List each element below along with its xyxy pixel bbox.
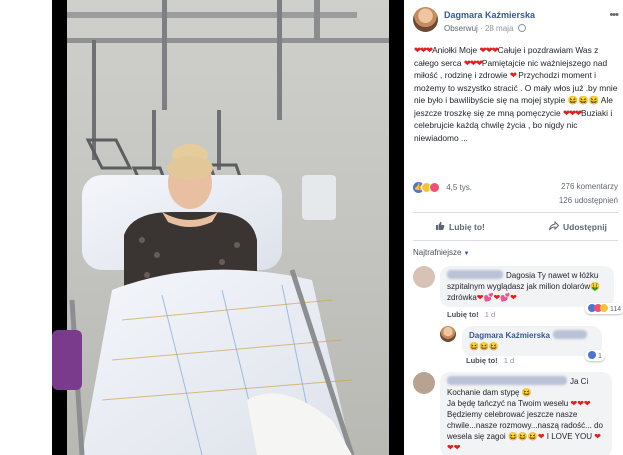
comment-count[interactable]: 276 komentarzy bbox=[561, 182, 618, 191]
sort-label: Najtrafniejsze bbox=[413, 248, 462, 257]
share-button-label: Udostępnij bbox=[563, 222, 607, 232]
page-left-margin bbox=[0, 0, 52, 455]
reply-author-avatar[interactable] bbox=[440, 326, 456, 342]
divider bbox=[413, 240, 618, 241]
post-header: Dagmara Kaźmierska Obserwuj · 28 maja ••… bbox=[413, 7, 619, 37]
money-emoji: 🤑 bbox=[590, 282, 601, 291]
like-button-label: Lubię to! bbox=[449, 222, 485, 232]
laugh-emoji: 😆 bbox=[521, 388, 532, 397]
like-button[interactable]: Lubię to! bbox=[435, 221, 485, 232]
post-action-bar: Lubię to! Udostępnij bbox=[413, 219, 618, 237]
comment-item: Dagosia Ty nawet w łóżku szpitalnym wygl… bbox=[413, 266, 623, 326]
reply-time[interactable]: 1 d bbox=[504, 356, 514, 365]
share-count[interactable]: 126 udostępnień bbox=[559, 196, 618, 205]
love-reaction-icon bbox=[429, 182, 440, 193]
globe-icon bbox=[517, 24, 526, 32]
laugh-emoji: 😆😆😆 bbox=[507, 432, 538, 441]
like-reaction-icon bbox=[588, 351, 596, 359]
laugh-emoji: 😆😆😆 bbox=[469, 342, 499, 351]
post-photo[interactable] bbox=[52, 0, 404, 455]
comment-bubble: Dagosia Ty nawet w łóżku szpitalnym wygl… bbox=[440, 266, 614, 307]
comment-text-line-3: I LOVE YOU bbox=[546, 432, 592, 441]
meta-separator: · bbox=[480, 24, 483, 33]
post-panel: Dagmara Kaźmierska Obserwuj · 28 maja ••… bbox=[404, 0, 623, 455]
reply-actions: Lubię to! 1 d bbox=[466, 356, 514, 365]
share-arrow-icon bbox=[549, 221, 559, 231]
share-button[interactable]: Udostępnij bbox=[549, 221, 607, 232]
comment-time[interactable]: 1 d bbox=[485, 310, 495, 319]
comment-tail-name: Ja Ci bbox=[570, 377, 589, 386]
reply-item: Dagmara Kaźmierska 😆😆😆 Lubię to! 1 d 1 bbox=[440, 326, 620, 366]
post-meta: Obserwuj · 28 maja bbox=[444, 24, 526, 33]
commenter-avatar[interactable] bbox=[413, 372, 435, 394]
heart-emoji: ❤❤❤ bbox=[570, 399, 591, 408]
laugh-reaction-icon bbox=[600, 304, 608, 312]
heart-emoji: ❤❤❤ bbox=[479, 45, 499, 55]
more-options-icon[interactable]: ••• bbox=[609, 9, 619, 21]
follow-link[interactable]: Obserwuj bbox=[444, 24, 478, 33]
comment-text-tail: zdrówka bbox=[447, 293, 477, 302]
reaction-count[interactable]: 4,5 tys. bbox=[446, 183, 472, 192]
reply-bubble: Dagmara Kaźmierska 😆😆😆 bbox=[462, 326, 602, 356]
post-timestamp[interactable]: 28 maja bbox=[485, 24, 513, 33]
reply-reaction-pill[interactable]: 1 bbox=[585, 350, 605, 361]
hospital-photo-illustration bbox=[52, 0, 404, 455]
heart-emoji: ❤❤❤ bbox=[414, 45, 433, 55]
commenter-avatar[interactable] bbox=[413, 266, 435, 288]
comment-text-line-1: Ja będę tańczyć na Twoim weselu bbox=[447, 399, 569, 408]
thumbs-up-icon bbox=[436, 221, 445, 230]
comment-sort-dropdown[interactable]: Najtrafniejsze ▼ bbox=[413, 248, 469, 257]
author-avatar[interactable] bbox=[413, 7, 438, 32]
laugh-emoji: 😆😆😆 bbox=[567, 95, 599, 105]
comment-actions: Lubię to! 1 d bbox=[447, 310, 495, 319]
mentioned-name-blurred[interactable] bbox=[552, 330, 587, 339]
author-name[interactable]: Dagmara Kaźmierska bbox=[444, 10, 535, 20]
heart-emoji: ❤ bbox=[509, 70, 517, 80]
post-text: ❤❤❤Aniołki Moje ❤❤❤Całuje i pozdrawiam W… bbox=[414, 44, 620, 144]
heart-emoji: ❤ bbox=[537, 432, 545, 441]
caret-down-icon: ▼ bbox=[463, 251, 470, 257]
comment-bubble: Ja Ci Kochanie dam stypę 😆 Ja będę tańcz… bbox=[440, 372, 612, 455]
heart-emoji: ❤❤❤ bbox=[562, 107, 582, 118]
reply-author-name[interactable]: Dagmara Kaźmierska bbox=[469, 331, 550, 340]
commenter-name-blurred[interactable] bbox=[447, 270, 503, 279]
comment-text: Kochanie dam stypę bbox=[447, 388, 520, 397]
comment-item: Ja Ci Kochanie dam stypę 😆 Ja będę tańcz… bbox=[413, 372, 618, 455]
reply-like-link[interactable]: Lubię to! bbox=[466, 356, 498, 365]
comment-reaction-count: 114 bbox=[609, 306, 622, 313]
comment-like-link[interactable]: Lubię to! bbox=[447, 310, 479, 319]
comment-reaction-pill[interactable]: 114 bbox=[585, 303, 623, 314]
post-text-line-1: Aniołki Moje bbox=[432, 45, 478, 55]
heart-emoji: ❤❤❤ bbox=[463, 57, 483, 68]
divider bbox=[413, 212, 618, 213]
commenter-name-blurred[interactable] bbox=[447, 376, 567, 385]
reply-reaction-count: 1 bbox=[597, 353, 602, 360]
reactions-summary: 👍 4,5 tys. 276 komentarzy 126 udostępnie… bbox=[413, 182, 618, 205]
heart-emoji: ❤💕❤💕❤ bbox=[476, 293, 517, 302]
